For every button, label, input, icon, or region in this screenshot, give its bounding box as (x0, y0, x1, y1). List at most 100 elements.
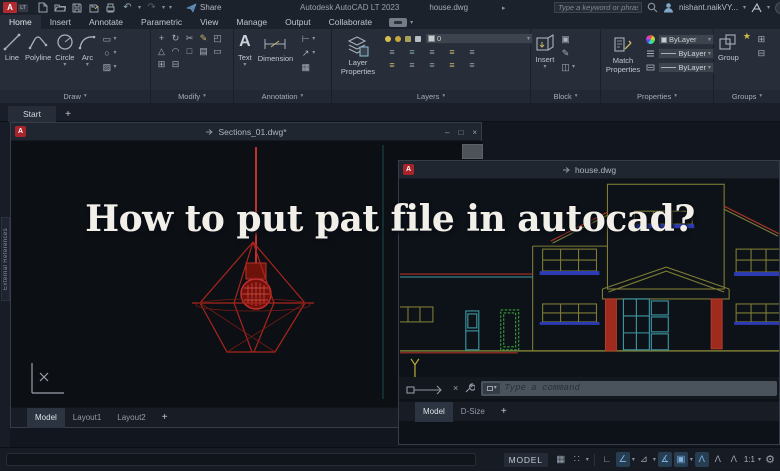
layer-tool-icon[interactable]: ≡ (405, 47, 419, 57)
circle-tool[interactable]: Circle ▾ (55, 29, 74, 68)
object-color-dropdown[interactable]: ByLayer ▾ (658, 34, 714, 45)
snap-mode-icon[interactable]: ∷ (570, 452, 584, 467)
layer-lock-icon[interactable] (405, 35, 411, 42)
fillet-tool-icon[interactable]: ◠ (169, 45, 182, 57)
ribbon-tab-manage[interactable]: Manage (227, 15, 276, 29)
arc-tool[interactable]: Arc ▾ (78, 29, 96, 68)
trim-tool-icon[interactable]: ✂ (183, 32, 196, 44)
mirror-tool-icon[interactable]: △ (155, 45, 168, 57)
layer-tool-icon[interactable]: ≡ (425, 47, 439, 57)
ellipse-dropdown-icon[interactable]: ▾ (113, 50, 116, 56)
save-icon[interactable] (70, 2, 83, 14)
wrench-icon[interactable] (464, 382, 476, 394)
ribbon-tab-parametric[interactable]: Parametric (132, 15, 191, 29)
plot-icon[interactable] (104, 2, 117, 14)
arc-dropdown-icon[interactable]: ▾ (86, 62, 89, 68)
dimension-tool[interactable]: Dimension (258, 29, 293, 63)
scale-dropdown-icon[interactable]: ▾ (758, 457, 761, 463)
isodraft-dropdown-icon[interactable]: ▾ (653, 457, 656, 463)
multileader-tool[interactable]: ↗ ▾ (299, 47, 315, 59)
snap-dropdown-icon[interactable]: ▾ (586, 457, 589, 463)
match-properties-tool[interactable]: Match Properties (604, 31, 642, 74)
command-customize-button[interactable]: ▾ (483, 382, 501, 394)
notification-icon[interactable] (775, 1, 780, 14)
share-button[interactable]: Share (186, 2, 221, 13)
new-file-icon[interactable] (36, 2, 49, 14)
search-icon[interactable] (647, 2, 658, 13)
layout-tab-layout1[interactable]: Layout1 (65, 408, 109, 428)
insert-dropdown-icon[interactable]: ▾ (543, 64, 546, 70)
insert-block-tool[interactable]: Insert ▾ (535, 29, 555, 70)
isodraft-icon[interactable]: ⊿ (637, 452, 651, 467)
polar-dropdown-icon[interactable]: ▾ (632, 457, 635, 463)
command-input-bar[interactable]: ▾ (481, 380, 777, 396)
lineweight-dropdown[interactable]: ByLayer ▾ (658, 62, 714, 73)
undo-icon[interactable]: ↶ (121, 2, 134, 14)
add-layout-button[interactable]: + (501, 406, 507, 417)
leader-dropdown-icon[interactable]: ▾ (312, 36, 315, 42)
layer-properties-tool[interactable]: Layer Properties (336, 31, 380, 76)
layer-on-icon[interactable] (385, 35, 391, 42)
scrollbar-box[interactable] (462, 144, 483, 159)
ungroup-icon[interactable]: ⊞ (755, 33, 768, 45)
house-window-titlebar[interactable]: A house.dwg (399, 161, 779, 179)
sections-window-titlebar[interactable]: A Sections_01.dwg* – □ × (11, 123, 481, 141)
hatch-dropdown-icon[interactable]: ▾ (113, 64, 116, 70)
edit-block-icon[interactable]: ✎ (559, 47, 572, 59)
doc-dropdown-icon[interactable]: ▸ (502, 4, 506, 12)
leader-tool[interactable]: ⊢ ▾ (299, 33, 315, 45)
layer-tool-icon[interactable]: ≡ (445, 60, 459, 70)
annotation-visibility-icon[interactable]: Λ (694, 452, 709, 467)
panel-label-layers[interactable]: Layers ▾ (332, 90, 530, 103)
stretch-tool-icon[interactable]: ▤ (197, 45, 210, 57)
array-tool-icon[interactable]: ⊞ (155, 58, 168, 70)
osnap-dropdown-icon[interactable]: ▾ (690, 457, 693, 463)
copy-tool-icon[interactable]: ◰ (211, 32, 224, 44)
user-dropdown-icon[interactable]: ▾ (743, 5, 746, 11)
command-input[interactable] (504, 383, 775, 393)
layer-tool-icon[interactable]: ≡ (465, 60, 479, 70)
model-space-button[interactable]: MODEL (503, 452, 548, 467)
close-button[interactable]: × (472, 128, 477, 137)
ribbon-display-toggle[interactable] (389, 18, 408, 27)
add-layout-button[interactable]: + (162, 412, 168, 423)
color-wheel-icon[interactable] (646, 35, 655, 44)
ribbon-display-dropdown-icon[interactable]: ▾ (410, 19, 413, 26)
layer-tool-icon[interactable]: ≡ (385, 60, 399, 70)
panel-label-modify[interactable]: Modify ▾ (151, 90, 233, 103)
table-tool[interactable]: ▦ (299, 61, 315, 73)
restore-button[interactable]: □ (458, 128, 463, 137)
linetype-dropdown[interactable]: ByLayer ▾ (658, 48, 714, 59)
autoscale-icon[interactable]: Λ (711, 452, 725, 467)
polyline-tool[interactable]: Polyline (25, 29, 51, 62)
layer-tool-icon[interactable]: ≡ (445, 47, 459, 57)
layer-tool-icon[interactable]: ≡ (385, 47, 399, 57)
qat-customize-icon[interactable]: ▾ (169, 5, 172, 11)
settings-gear-icon[interactable]: ⚙ (763, 452, 777, 467)
panel-label-block[interactable]: Block ▾ (531, 90, 600, 103)
circle-dropdown-icon[interactable]: ▾ (63, 62, 66, 68)
rectangle-tool[interactable]: ▭ ▾ (100, 33, 117, 45)
layer-color-icon[interactable] (415, 35, 421, 42)
panel-label-groups[interactable]: Groups ▾ (714, 90, 780, 103)
layer-select-dropdown[interactable]: 0 ▾ (425, 33, 533, 44)
object-snap-icon[interactable]: ▣ (673, 452, 688, 467)
block-attributes-tool[interactable]: ◫ ▾ (559, 61, 575, 73)
ribbon-tab-home[interactable]: Home (0, 15, 41, 29)
open-folder-icon[interactable] (53, 2, 66, 14)
group-edit-icon[interactable]: ⊟ (755, 47, 768, 59)
scale-tool-icon[interactable]: ▭ (211, 45, 224, 57)
layer-thaw-icon[interactable] (395, 35, 401, 42)
app-logo[interactable]: A LT (3, 2, 28, 13)
create-block-icon[interactable]: ▣ (559, 33, 572, 45)
annotation-scale-icon[interactable]: Λ (727, 452, 741, 467)
ribbon-tab-annotate[interactable]: Annotate (80, 15, 132, 29)
rotate-tool-icon[interactable]: ↻ (169, 32, 182, 44)
layout-tab-model[interactable]: Model (415, 401, 453, 422)
new-drawing-tab-button[interactable]: + (62, 108, 74, 120)
ortho-mode-icon[interactable]: ∟ (600, 452, 614, 467)
file-tab-start[interactable]: Start (8, 106, 56, 122)
move-tool-icon[interactable]: + (155, 32, 168, 44)
offset-tool-icon[interactable]: □ (183, 45, 196, 57)
osnap-tracking-icon[interactable]: ∡ (657, 452, 672, 467)
